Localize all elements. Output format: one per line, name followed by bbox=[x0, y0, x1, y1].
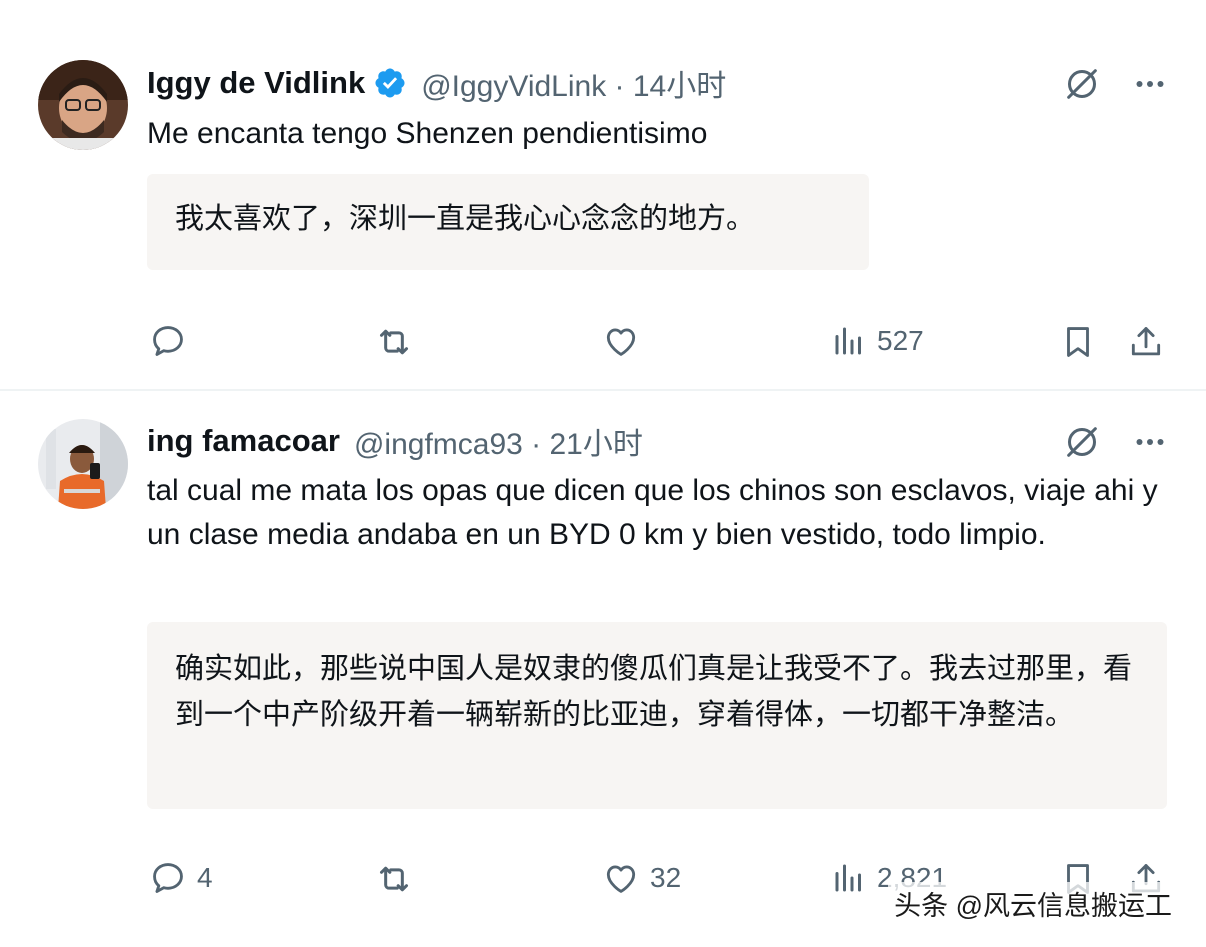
bookmark-button[interactable] bbox=[1059, 322, 1097, 362]
more-icon[interactable] bbox=[1132, 66, 1168, 102]
tweet-1[interactable]: Iggy de Vidlink @IggyVidLink · 14小时 Me e… bbox=[0, 0, 1206, 388]
reply-button[interactable]: 4 bbox=[149, 859, 213, 897]
views-count: 527 bbox=[877, 325, 924, 356]
retweet-icon bbox=[373, 859, 415, 899]
reply-button[interactable] bbox=[149, 322, 197, 360]
like-count: 32 bbox=[650, 862, 682, 893]
tweet-text: tal cual me mata los opas que dicen que … bbox=[147, 474, 1158, 551]
views-icon bbox=[831, 859, 867, 897]
share-icon bbox=[1127, 322, 1165, 362]
bookmark-icon bbox=[1059, 322, 1097, 362]
translation-text: 确实如此，那些说中国人是奴隶的傻瓜们真是让我受不了。我去过那里，看到一个中产阶级… bbox=[175, 653, 1133, 731]
handle-and-time[interactable]: @IggyVidLink · 14小时 bbox=[421, 61, 726, 105]
like-button[interactable] bbox=[602, 322, 650, 360]
handle-and-time[interactable]: @ingfmca93 · 21小时 bbox=[354, 419, 643, 463]
views-icon bbox=[831, 322, 867, 360]
reply-count: 4 bbox=[197, 862, 213, 893]
display-name[interactable]: Iggy de Vidlink bbox=[147, 65, 365, 101]
views-button[interactable]: 527 bbox=[831, 322, 924, 360]
tweet-header: ing famacoar @ingfmca93 · 21小时 bbox=[147, 419, 643, 463]
tweet-2[interactable]: ing famacoar @ingfmca93 · 21小时 tal cual … bbox=[0, 392, 1206, 947]
translation-box: 确实如此，那些说中国人是奴隶的傻瓜们真是让我受不了。我去过那里，看到一个中产阶级… bbox=[147, 622, 1167, 809]
tweet-text: Me encanta tengo Shenzen pendientisimo bbox=[147, 117, 708, 150]
watermark: 头条 @风云信息搬运工 bbox=[888, 882, 1178, 925]
grok-icon[interactable] bbox=[1062, 422, 1102, 462]
share-button[interactable] bbox=[1127, 322, 1165, 362]
display-name[interactable]: ing famacoar bbox=[147, 423, 340, 459]
action-bar: 527 bbox=[147, 320, 1167, 364]
verified-badge-icon bbox=[373, 66, 407, 100]
reply-icon bbox=[149, 322, 187, 360]
avatar[interactable] bbox=[38, 419, 128, 509]
retweet-button[interactable] bbox=[373, 322, 425, 362]
avatar[interactable] bbox=[38, 60, 128, 150]
reply-icon bbox=[149, 859, 187, 897]
more-icon[interactable] bbox=[1132, 424, 1168, 460]
translation-box: 我太喜欢了，深圳一直是我心心念念的地方。 bbox=[147, 174, 869, 270]
tweet-divider bbox=[0, 389, 1206, 391]
tweet-1-top-actions bbox=[1062, 64, 1168, 104]
like-button[interactable]: 32 bbox=[602, 859, 681, 897]
tweet-2-top-actions bbox=[1062, 422, 1168, 462]
translation-text: 我太喜欢了，深圳一直是我心心念念的地方。 bbox=[175, 203, 756, 235]
like-icon bbox=[602, 322, 640, 360]
like-icon bbox=[602, 859, 640, 897]
tweet-header: Iggy de Vidlink @IggyVidLink · 14小时 bbox=[147, 61, 726, 105]
grok-icon[interactable] bbox=[1062, 64, 1102, 104]
retweet-button[interactable] bbox=[373, 859, 425, 899]
retweet-icon bbox=[373, 322, 415, 362]
